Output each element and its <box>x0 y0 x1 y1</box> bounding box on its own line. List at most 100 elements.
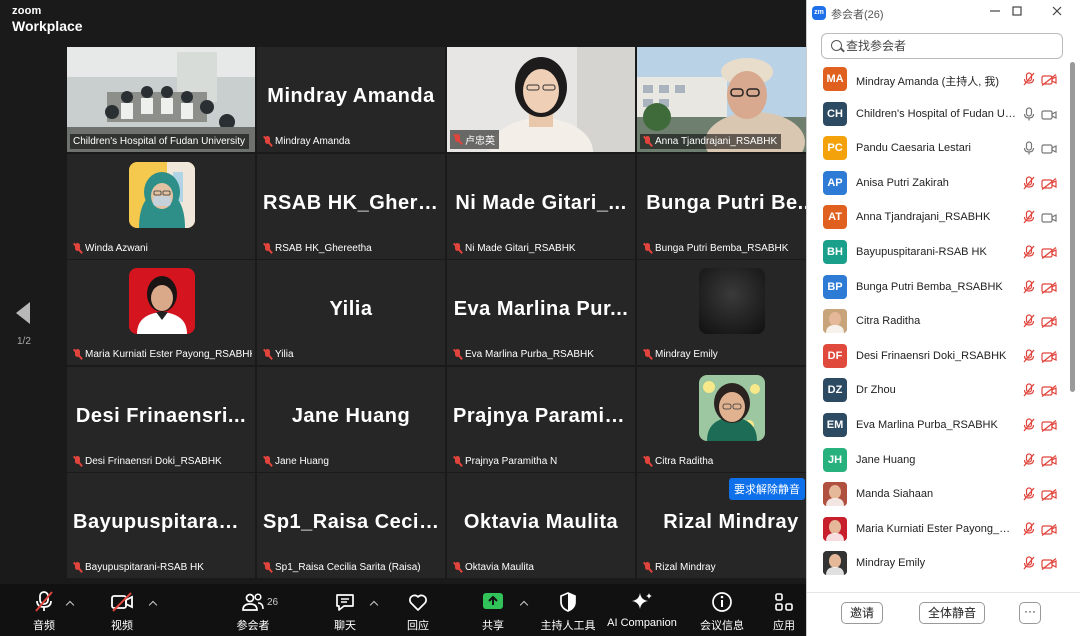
microphone-muted-icon[interactable] <box>1023 72 1035 86</box>
tile-name-text: Citra Raditha <box>655 456 714 467</box>
participant-row[interactable]: DF Desi Frinaensri Doki_RSABHK <box>807 339 1069 374</box>
participant-video-tile[interactable]: Yilia Yilia <box>257 260 445 365</box>
request-unmute-button[interactable]: 要求解除静音 <box>729 478 805 500</box>
camera-off-icon[interactable] <box>1041 315 1057 329</box>
search-icon <box>831 40 842 51</box>
share-screen-button[interactable]: 共享 <box>458 590 528 633</box>
microphone-muted-icon[interactable] <box>1023 176 1035 190</box>
camera-off-icon[interactable] <box>1041 177 1057 190</box>
participant-row[interactable]: AT Anna Tjandrajani_RSABHK <box>807 200 1069 235</box>
microphone-icon[interactable] <box>1023 141 1035 155</box>
camera-off-icon[interactable] <box>1041 488 1057 502</box>
participant-video-tile[interactable]: Eva Marlina Pur... Eva Marlina Purba_RSAB… <box>447 260 635 365</box>
camera-off-icon[interactable] <box>1041 281 1057 294</box>
camera-icon[interactable] <box>1041 108 1057 120</box>
microphone-muted-icon[interactable] <box>1023 383 1035 397</box>
more-options-button[interactable]: ··· <box>1019 602 1041 624</box>
participant-row[interactable]: EM Eva Marlina Purba_RSABHK <box>807 408 1069 443</box>
participant-name: Mindray Amanda (主持人, 我) <box>856 76 1000 88</box>
tile-name-label: Winda Azwani <box>70 241 152 256</box>
participant-video-tile[interactable]: Children's Hospital of Fudan University <box>67 47 255 152</box>
microphone-muted-icon[interactable] <box>1023 210 1035 224</box>
tile-name-label: Mindray Emily <box>640 347 722 362</box>
participant-video-tile[interactable]: Sp1_Raisa Cecili... Sp1_Raisa Cecilia Sar… <box>257 473 445 578</box>
participant-row[interactable]: Maria Kurniati Ester Payong_RSABHK <box>807 512 1069 547</box>
participant-video-tile[interactable]: Jane Huang Jane Huang <box>257 367 445 472</box>
audio-button[interactable]: 音频 <box>9 590 79 633</box>
microphone-muted-icon[interactable] <box>1023 452 1035 467</box>
maximize-icon[interactable] <box>1007 4 1027 22</box>
participant-video-tile[interactable]: Desi Frinaensri... Desi Frinaensri Doki_R… <box>67 367 255 472</box>
participant-list-scrollbar[interactable] <box>1070 62 1075 392</box>
participant-video-tile[interactable]: Maria Kurniati Ester Payong_RSABHK <box>67 260 255 365</box>
mic-muted-icon <box>453 456 462 467</box>
camera-off-icon[interactable] <box>1041 557 1057 571</box>
close-icon[interactable] <box>1047 4 1067 22</box>
react-button[interactable]: 回应 <box>383 590 453 633</box>
participant-video-tile[interactable]: Bunga Putri Be... Bunga Putri Bemba_RSABH… <box>637 154 825 259</box>
participant-video-tile[interactable]: Citra Raditha <box>637 367 825 472</box>
mute-all-button[interactable]: 全体静音 <box>919 602 985 624</box>
camera-off-icon[interactable] <box>1041 73 1057 87</box>
participant-row[interactable]: BP Bunga Putri Bemba_RSABHK <box>807 270 1069 305</box>
participant-video-tile[interactable]: Anna Tjandrajani_RSABHK <box>637 47 825 152</box>
participant-video-tile[interactable]: Winda Azwani <box>67 154 255 259</box>
invite-button[interactable]: 邀请 <box>841 602 883 624</box>
previous-page-arrow-icon[interactable] <box>14 300 32 326</box>
chat-label: 聊天 <box>334 620 356 632</box>
microphone-muted-icon[interactable] <box>1023 349 1035 363</box>
participant-video-tile[interactable]: Mindray Emily <box>637 260 825 365</box>
participant-video-tile[interactable]: Bayupuspitarani... Bayupuspitarani-RSAB H… <box>67 473 255 578</box>
mic-muted-icon <box>263 136 272 147</box>
apps-button[interactable]: 应用 <box>762 590 806 633</box>
tile-name-text: Yilia <box>275 349 294 360</box>
camera-off-icon[interactable] <box>1041 454 1057 467</box>
microphone-icon[interactable] <box>1023 106 1035 121</box>
microphone-muted-icon[interactable] <box>1023 487 1035 501</box>
participant-row[interactable]: MA Mindray Amanda (主持人, 我) <box>807 62 1069 97</box>
share-options-caret-icon[interactable] <box>520 600 528 608</box>
participant-video-tile[interactable]: Mindray Amanda Mindray Amanda <box>257 47 445 152</box>
host-tools-button[interactable]: 主持人工具 <box>533 590 603 633</box>
participant-video-tile[interactable]: Prajnya Paramit... Prajnya Paramitha N <box>447 367 635 472</box>
meeting-info-button[interactable]: 会议信息 <box>687 590 757 633</box>
participant-name: Maria Kurniati Ester Payong_RSABHK <box>856 522 1018 535</box>
chat-button[interactable]: 聊天 <box>310 590 380 633</box>
camera-off-icon[interactable] <box>1041 419 1057 433</box>
participant-search-box[interactable] <box>821 33 1063 59</box>
camera-icon[interactable] <box>1041 211 1057 223</box>
camera-off-icon[interactable] <box>1041 523 1057 536</box>
participant-row[interactable]: PC Pandu Caesaria Lestari <box>807 131 1069 166</box>
participant-video-tile[interactable]: RSAB HK_Ghere... RSAB HK_Ghereetha <box>257 154 445 259</box>
video-options-caret-icon[interactable] <box>149 600 157 608</box>
participant-video-tile[interactable]: Ni Made Gitari_... Ni Made Gitari_RSABHK <box>447 154 635 259</box>
participant-search-input[interactable] <box>846 38 1056 54</box>
participant-video-tile[interactable]: Oktavia Maulita Oktavia Maulita <box>447 473 635 578</box>
microphone-muted-icon[interactable] <box>1023 522 1035 536</box>
participant-row[interactable]: BH Bayupuspitarani-RSAB HK <box>807 235 1069 270</box>
camera-icon[interactable] <box>1041 142 1057 154</box>
microphone-muted-icon[interactable] <box>1023 556 1035 570</box>
camera-off-icon[interactable] <box>1041 384 1057 398</box>
participant-row[interactable]: JH Jane Huang <box>807 443 1069 478</box>
tile-name-text: Sp1_Raisa Cecilia Sarita (Raisa) <box>275 562 421 573</box>
chat-options-caret-icon[interactable] <box>370 600 378 608</box>
participant-row[interactable]: DZ Dr Zhou <box>807 373 1069 408</box>
participant-row[interactable]: AP Anisa Putri Zakirah <box>807 166 1069 201</box>
microphone-muted-icon[interactable] <box>1023 279 1035 294</box>
microphone-muted-icon[interactable] <box>1023 314 1035 328</box>
minimize-icon[interactable] <box>985 4 1005 22</box>
microphone-muted-icon[interactable] <box>1023 418 1035 432</box>
participant-row[interactable]: CH Children's Hospital of Fudan Universit… <box>807 97 1069 132</box>
video-button[interactable]: 视频 <box>87 590 157 633</box>
participant-row[interactable]: Citra Raditha <box>807 304 1069 339</box>
audio-options-caret-icon[interactable] <box>66 600 74 608</box>
camera-off-icon[interactable] <box>1041 350 1057 363</box>
participant-row[interactable]: Mindray Emily <box>807 546 1069 581</box>
participant-video-tile[interactable]: 卢忠英 <box>447 47 635 152</box>
ai-companion-button[interactable]: AI Companion <box>604 590 680 629</box>
participant-row[interactable]: Manda Siahaan <box>807 477 1069 512</box>
microphone-muted-icon[interactable] <box>1023 245 1035 259</box>
tile-name-text: Prajnya Paramitha N <box>465 456 558 467</box>
camera-off-icon[interactable] <box>1041 246 1057 260</box>
